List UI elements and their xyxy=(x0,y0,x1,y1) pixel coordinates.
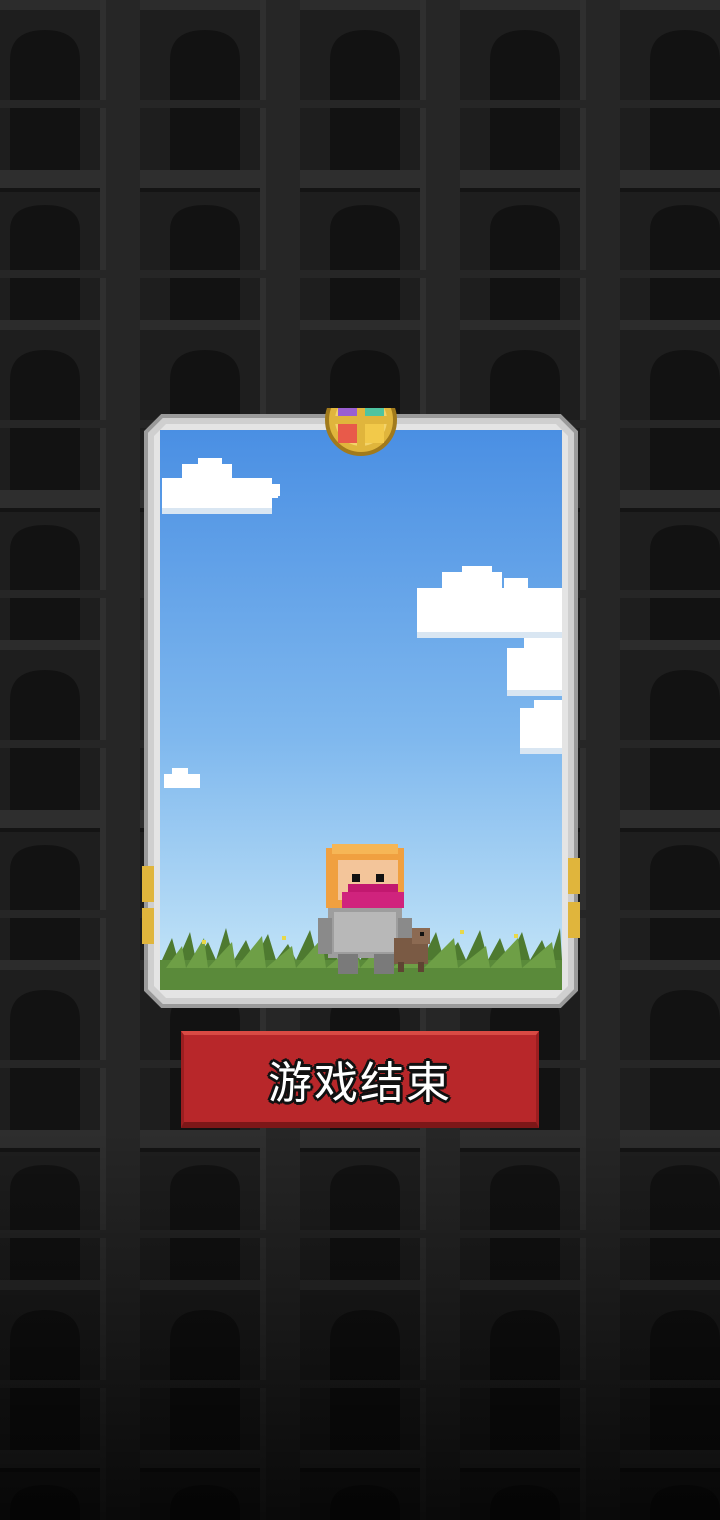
character-card xyxy=(142,408,580,1008)
game-over-button[interactable]: 游戏结束 xyxy=(181,1031,539,1128)
game-over-label: 游戏结束 xyxy=(268,1057,452,1109)
